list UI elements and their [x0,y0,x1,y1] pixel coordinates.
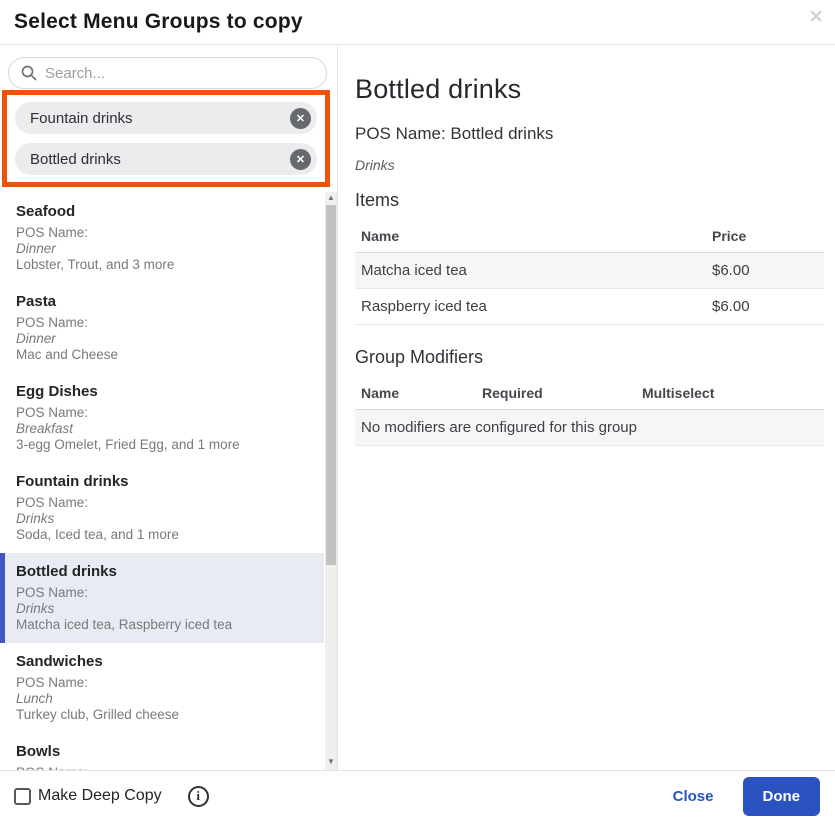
group-name: Seafood [16,203,308,221]
column-header: Name [355,220,706,253]
menu-group-list-item[interactable]: Sandwiches POS Name:LunchTurkey club, Gri… [0,643,324,733]
modal-title: Select Menu Groups to copy [14,10,303,34]
item-name-cell: Matcha iced tea [355,253,706,289]
menu-group-list-item[interactable]: Egg Dishes POS Name:Breakfast3-egg Omelet… [0,373,324,463]
group-pos-name: Lunch [16,691,308,707]
items-section-heading: Items [355,190,824,211]
modal-footer: Make Deep Copy i Close Done [0,770,835,821]
search-input[interactable] [45,65,316,82]
chip-remove-icon[interactable]: ✕ [290,149,311,170]
search-wrap [0,45,337,89]
selected-group-chip: Bottled drinks ✕ [15,143,317,175]
done-button[interactable]: Done [743,777,821,816]
close-icon[interactable]: ✕ [808,8,824,27]
select-menu-groups-modal: Select Menu Groups to copy ✕ Fountain dr… [0,0,835,821]
item-name-cell: Raspberry iced tea [355,289,706,325]
menu-group-list-item[interactable]: Fountain drinks POS Name:DrinksSoda, Iced… [0,463,324,553]
search-icon [21,65,37,81]
table-row: Raspberry iced tea$6.00 [355,289,824,325]
group-name: Bottled drinks [16,563,308,581]
scroll-down-icon[interactable]: ▼ [325,756,337,768]
group-pos-label: POS Name: [16,495,308,511]
column-header: Required [476,377,636,410]
table-row: Matcha iced tea$6.00 [355,253,824,289]
group-items-summary: Matcha iced tea, Raspberry iced tea [16,617,308,633]
group-items-summary: Mac and Cheese [16,347,308,363]
menu-group-list-item[interactable]: BowlsPOS Name:LunchQuinoa bowl, Brown ri… [0,733,324,770]
group-pos-label: POS Name: [16,765,308,770]
group-pos-name: Breakfast [16,421,308,437]
close-button[interactable]: Close [673,788,714,805]
group-name: Egg Dishes [16,383,308,401]
modal-body: Fountain drinks ✕ Bottled drinks ✕ Seafood P… [0,45,835,770]
group-items-summary: Lobster, Trout, and 3 more [16,257,308,273]
group-pos-label: POS Name: [16,405,308,421]
group-detail-panel: Bottled drinks POS Name: Bottled drinks … [338,45,835,770]
menu-group-list-item[interactable]: Seafood POS Name:DinnerLobster, Trout, an… [0,193,324,283]
item-price-cell: $6.00 [706,253,824,289]
detail-pos-name: POS Name: Bottled drinks [355,124,824,144]
deep-copy-checkbox[interactable] [14,788,31,805]
group-items-summary: 3-egg Omelet, Fried Egg, and 1 more [16,437,308,453]
modifiers-section-heading: Group Modifiers [355,347,824,368]
menu-group-list-item[interactable]: Pasta POS Name:DinnerMac and Cheese [0,283,324,373]
table-row: No modifiers are configured for this gro… [355,410,824,446]
group-pos-name: Drinks [16,601,308,617]
group-name: Bowls [16,743,308,761]
detail-category: Drinks [355,157,824,173]
modifiers-empty-message: No modifiers are configured for this gro… [355,410,824,446]
group-pos-label: POS Name: [16,315,308,331]
column-header: Price [706,220,824,253]
left-panel: Fountain drinks ✕ Bottled drinks ✕ Seafood P… [0,45,338,770]
column-header: Multiselect [636,377,824,410]
menu-group-list: SeafoodPOS Name:DinnerLobster, Trout, an… [0,192,337,770]
chip-label: Fountain drinks [30,110,133,127]
group-name: Sandwiches [16,653,308,671]
chip-label: Bottled drinks [30,151,121,168]
menu-group-list-item[interactable]: Bottled drinks POS Name:DrinksMatcha iced… [0,553,324,643]
selected-group-chip: Fountain drinks ✕ [15,102,317,134]
group-pos-label: POS Name: [16,675,308,691]
deep-copy-control: Make Deep Copy i [14,786,209,807]
group-name: Pasta [16,293,308,311]
group-pos-name: Dinner [16,241,308,257]
group-pos-name: Dinner [16,331,308,347]
column-header: Name [355,377,476,410]
group-pos-label: POS Name: [16,225,308,241]
items-table: NamePrice Matcha iced tea$6.00Raspberry … [355,220,824,325]
footer-actions: Close Done [673,777,820,816]
search-box[interactable] [8,57,327,89]
group-name: Fountain drinks [16,473,308,491]
chip-remove-icon[interactable]: ✕ [290,108,311,129]
item-price-cell: $6.00 [706,289,824,325]
list-scrollbar[interactable]: ▲ ▼ [325,192,337,770]
annotation-highlight-box: Fountain drinks ✕ Bottled drinks ✕ [2,90,330,187]
detail-title: Bottled drinks [355,74,824,105]
scroll-up-icon[interactable]: ▲ [325,192,337,204]
group-modifiers-table: NameRequiredMultiselect No modifiers are… [355,377,824,446]
group-items-summary: Soda, Iced tea, and 1 more [16,527,308,543]
group-items-summary: Turkey club, Grilled cheese [16,707,308,723]
deep-copy-label: Make Deep Copy [38,787,162,805]
group-pos-label: POS Name: [16,585,308,601]
menu-group-list-inner: SeafoodPOS Name:DinnerLobster, Trout, an… [0,192,324,770]
modal-header: Select Menu Groups to copy ✕ [0,0,835,45]
info-icon[interactable]: i [188,786,209,807]
group-pos-name: Drinks [16,511,308,527]
scrollbar-thumb[interactable] [326,205,336,565]
